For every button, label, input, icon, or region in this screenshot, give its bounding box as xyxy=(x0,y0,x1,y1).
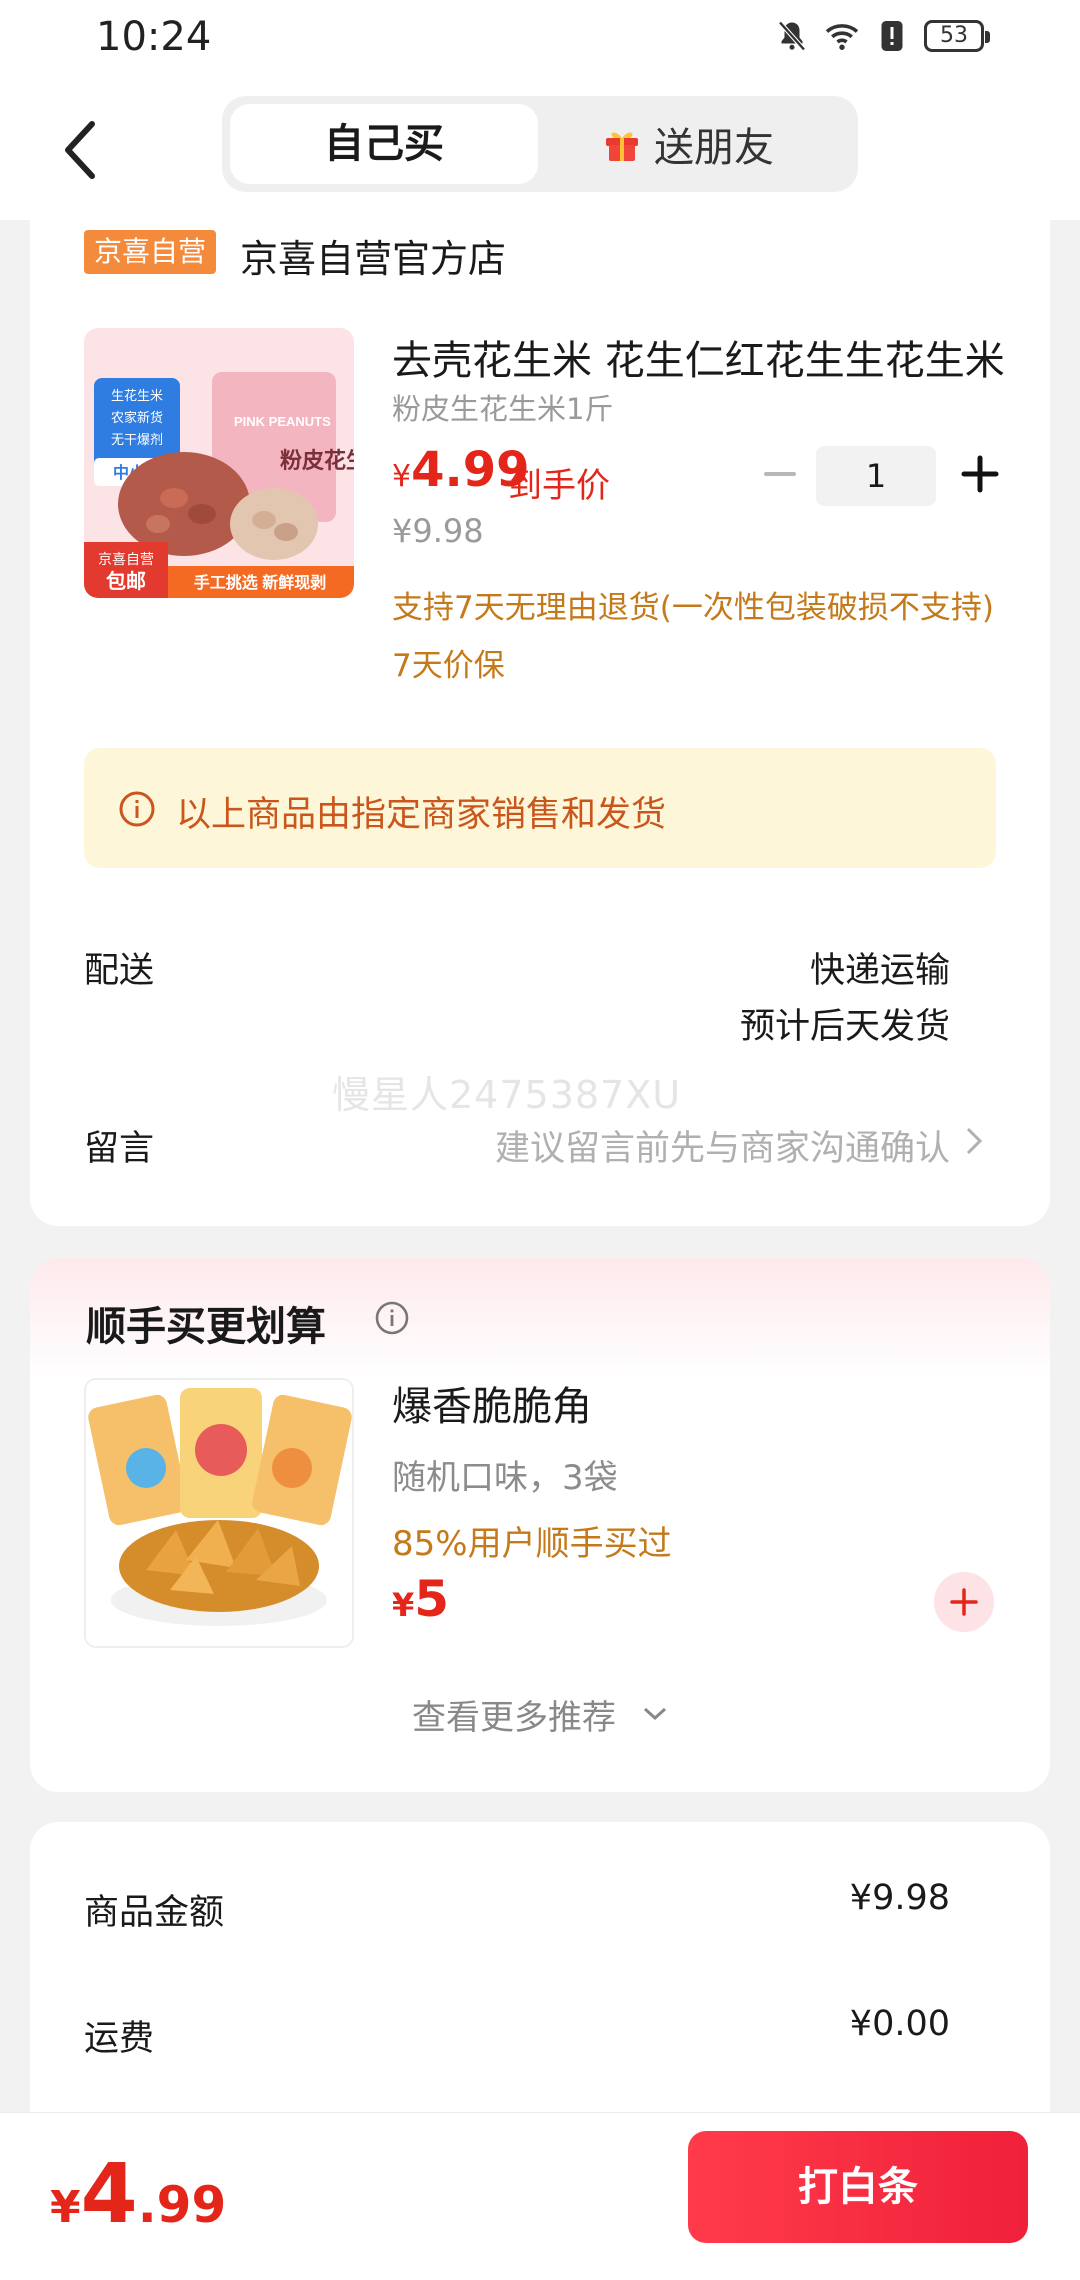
product-image[interactable]: 生花生米 农家新货 无干爆剂 中小粒 PINK PEANUTS 粉皮花生 京喜自… xyxy=(84,328,354,598)
quantity-input[interactable]: 1 xyxy=(816,446,936,506)
svg-text:手工挑选 新鲜现剥: 手工挑选 新鲜现剥 xyxy=(194,573,326,592)
top-nav: 自己买 送朋友 xyxy=(0,80,1080,220)
tab-send-friend-label[interactable]: 送朋友 xyxy=(654,115,774,173)
tab-buy-self-label[interactable]: 自己买 xyxy=(230,104,538,184)
wifi-icon xyxy=(825,24,859,50)
alert-icon xyxy=(881,21,903,51)
info-icon[interactable] xyxy=(374,1300,410,1336)
total-price-decimal: .99 xyxy=(137,2176,227,2234)
chevron-right-icon[interactable] xyxy=(964,1124,984,1158)
svg-text:无干爆剂: 无干爆剂 xyxy=(111,432,163,447)
total-price-integer: 4 xyxy=(80,2147,138,2242)
peanut-product-illustration: 生花生米 农家新货 无干爆剂 中小粒 PINK PEANUTS 粉皮花生 京喜自… xyxy=(84,328,354,598)
total-price-currency: ¥ xyxy=(50,2182,81,2233)
svg-text:粉皮花生: 粉皮花生 xyxy=(280,448,354,473)
svg-text:包邮: 包邮 xyxy=(106,569,146,593)
addon-price-currency: ¥ xyxy=(392,1586,415,1624)
addon-item-name[interactable]: 爆香脆脆角 xyxy=(392,1374,592,1432)
shipping-label: 运费 xyxy=(84,2019,155,2059)
svg-text:京喜自营: 京喜自营 xyxy=(98,551,154,567)
quantity-increase-button[interactable] xyxy=(960,454,1000,494)
checkout-bar: ¥4.99 打白条 xyxy=(0,2112,1080,2280)
addon-item-desc: 随机口味，3袋 xyxy=(392,1458,618,1498)
back-icon[interactable] xyxy=(50,110,120,190)
delivery-eta: 预计后天发货 xyxy=(739,1007,950,1047)
goods-amount-label: 商品金额 xyxy=(84,1893,225,1933)
order-card: 京喜自营 京喜自营官方店 生花生米 农家新货 无干爆剂 中小粒 PINK PEA… xyxy=(30,210,1050,1226)
tab-send-friend[interactable]: 送朋友 xyxy=(602,96,852,192)
product-price-currency: ¥ xyxy=(392,459,412,494)
svg-text:生花生米: 生花生米 xyxy=(111,388,163,403)
product-spec[interactable]: 粉皮生花生米1斤 xyxy=(392,386,613,428)
shop-name[interactable]: 京喜自营官方店 xyxy=(240,228,506,283)
status-bar: 10:24 53 xyxy=(0,0,1080,80)
return-policy[interactable]: 支持7天无理由退货(一次性包装破损不支持) xyxy=(392,582,1012,627)
seller-notice-text: 以上商品由指定商家销售和发货 xyxy=(176,795,667,835)
seller-notice: 以上商品由指定商家销售和发货 xyxy=(84,748,996,868)
delivery-label: 配送 xyxy=(84,951,155,991)
info-icon xyxy=(119,791,155,827)
svg-text:农家新货: 农家新货 xyxy=(111,410,163,425)
price-protection[interactable]: 7天价保 xyxy=(392,640,505,685)
addon-item-price: ¥5 xyxy=(392,1570,449,1628)
pay-with-baitiao-button[interactable]: 打白条 xyxy=(688,2131,1028,2243)
shipping-value: ¥0.00 xyxy=(849,2004,950,2044)
message-input[interactable]: 建议留言前先与商家沟通确认 xyxy=(495,1120,950,1171)
addon-social-proof: 85%用户顺手买过 xyxy=(392,1524,672,1564)
battery-icon: 53 xyxy=(924,20,990,52)
status-time: 10:24 xyxy=(96,14,212,60)
purchase-mode-tabs: 自己买 送朋友 xyxy=(222,96,858,192)
add-addon-button[interactable] xyxy=(934,1572,994,1632)
addon-title: 顺手买更划算 xyxy=(86,1304,326,1350)
total-price: ¥4.99 xyxy=(50,2147,226,2242)
snack-product-illustration xyxy=(86,1380,352,1646)
bell-muted-icon xyxy=(778,21,806,51)
addon-card: 顺手买更划算 爆香脆脆角 随机口味，3袋 85%用户顺手买过 ¥5 查看更多推荐 xyxy=(30,1258,1050,1792)
product-original-price: ¥9.98 xyxy=(392,512,484,550)
goods-amount-value: ¥9.98 xyxy=(849,1878,950,1918)
message-label: 留言 xyxy=(84,1129,155,1169)
view-more-recommendations[interactable]: 查看更多推荐 xyxy=(412,1690,616,1739)
status-icons: 53 xyxy=(774,18,990,54)
svg-text:PINK PEANUTS: PINK PEANUTS xyxy=(234,414,331,429)
addon-price-value: 5 xyxy=(414,1570,450,1628)
product-price-label: 到手价 xyxy=(508,466,610,506)
quantity-decrease-button[interactable] xyxy=(760,454,800,494)
chevron-down-icon[interactable] xyxy=(642,1706,668,1722)
gift-icon xyxy=(606,132,638,161)
addon-product-image[interactable] xyxy=(84,1378,354,1648)
delivery-method[interactable]: 快递运输 xyxy=(810,942,950,993)
watermark: 慢星人2475387XU xyxy=(332,1073,682,1117)
shop-badge: 京喜自营 xyxy=(84,230,217,274)
product-title[interactable]: 去壳花生米 花生仁红花生生花生米 xyxy=(392,328,1012,386)
